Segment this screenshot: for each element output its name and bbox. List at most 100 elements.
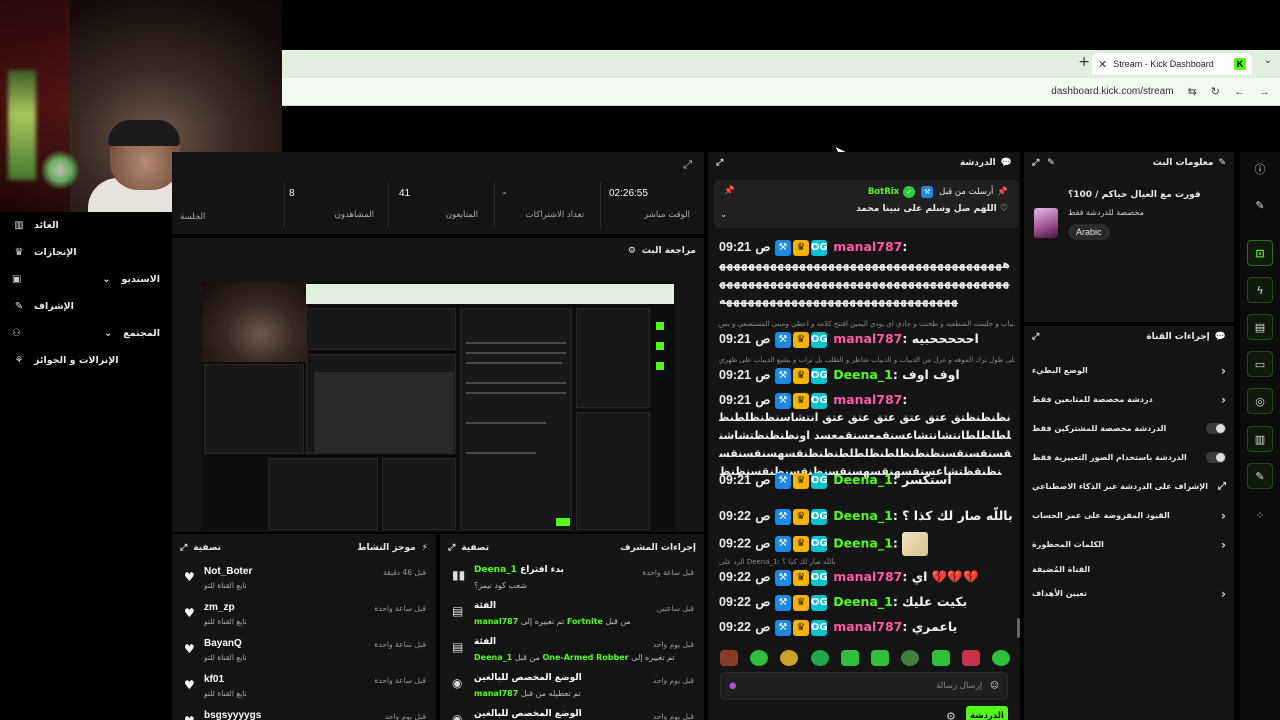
- external-link-icon[interactable]: ⤢: [180, 543, 187, 553]
- mod-user[interactable]: Deena_1: [474, 565, 517, 575]
- panels-icon[interactable]: ▥: [1247, 426, 1273, 452]
- site-settings-icon[interactable]: ⇆: [1188, 85, 1197, 98]
- stream-preview-video[interactable]: [202, 282, 674, 530]
- chat-settings-icon[interactable]: ⚙: [946, 710, 956, 720]
- settings-icon[interactable]: ⚙: [628, 246, 636, 256]
- action-account-age[interactable]: القيود المفروضة على عمر الحساب ›: [1024, 501, 1234, 530]
- activity-user[interactable]: BayanQ: [204, 638, 242, 649]
- emote-button[interactable]: [901, 650, 920, 666]
- filter-button[interactable]: تصفية: [461, 543, 489, 553]
- msg-user[interactable]: Deena_1: [833, 594, 893, 609]
- activity-user[interactable]: kf01: [204, 674, 224, 685]
- url-text[interactable]: dashboard.kick.com/stream: [1051, 86, 1173, 97]
- pin-icon[interactable]: 📌: [724, 186, 735, 196]
- message-icon[interactable]: ▭: [1247, 351, 1273, 377]
- chat-input[interactable]: ● إرسال رسالة ☺: [720, 672, 1008, 700]
- chevron-right-icon: ›: [1221, 392, 1226, 407]
- external-link-icon[interactable]: ⤢: [448, 543, 455, 553]
- broadcast-icon[interactable]: ◎: [1247, 388, 1273, 414]
- emote-button[interactable]: [810, 650, 829, 666]
- nav-item-drops[interactable]: الإنزالات و الجوائز ⚘: [0, 347, 172, 374]
- mod-user[interactable]: manal787: [474, 689, 518, 698]
- reload-icon[interactable]: ↻: [1211, 85, 1220, 98]
- pinned-message[interactable]: ⌄ 📌 BotRix ✓ ⚒ أرسلت من قبل 📌 اللهم صل و…: [714, 180, 1018, 228]
- expand-icon[interactable]: ⤢: [683, 158, 692, 172]
- browser-tab-bar: + ✕ Stream - Kick Dashboard K ⌄: [282, 50, 1280, 78]
- edit-icon[interactable]: ✎: [1047, 158, 1055, 168]
- back-icon[interactable]: ←: [1234, 86, 1245, 98]
- mod-user[interactable]: manal787: [474, 617, 518, 626]
- activity-user[interactable]: Not_Boter: [204, 566, 252, 577]
- external-link-icon[interactable]: ⤢: [1032, 158, 1039, 168]
- emote-button[interactable]: [840, 650, 859, 666]
- eye-icon: ◉: [452, 712, 463, 720]
- lightning-icon[interactable]: ϟ: [1247, 277, 1273, 303]
- browser-tab[interactable]: ✕ Stream - Kick Dashboard K: [1092, 53, 1252, 75]
- forward-icon[interactable]: →: [1259, 86, 1270, 98]
- crown-badge-icon: ♛: [792, 472, 809, 489]
- msg-user[interactable]: manal787: [833, 392, 902, 407]
- mod-actions-title: إجراءات المشرف: [620, 543, 696, 553]
- activity-user[interactable]: bsgsyyyygs: [204, 710, 261, 720]
- screenshot-icon[interactable]: ⊡: [1247, 240, 1273, 266]
- msg-user[interactable]: Deena_1: [833, 536, 893, 551]
- edit-icon[interactable]: ✎: [1247, 192, 1273, 218]
- chevron-down-icon[interactable]: ⌄: [720, 210, 727, 220]
- tab-menu-icon[interactable]: ⌄: [1264, 55, 1272, 66]
- document-icon[interactable]: ▤: [1247, 314, 1273, 340]
- og-badge-icon: OG: [810, 331, 828, 348]
- emote-button[interactable]: [720, 650, 738, 666]
- emote-button[interactable]: [750, 650, 769, 666]
- subscribers-only-toggle[interactable]: [1206, 423, 1226, 434]
- mic-icon[interactable]: ●: [729, 681, 736, 691]
- msg-user[interactable]: manal787: [833, 619, 902, 634]
- external-link-icon[interactable]: ⤢: [1032, 332, 1039, 342]
- info-icon[interactable]: ⓘ: [1247, 156, 1273, 182]
- activity-row: ♥ Not_Boter تابع القناة للتو قبل 46 دقيقة: [172, 562, 436, 598]
- action-banned-words[interactable]: الكلمات المحظورة ›: [1024, 530, 1234, 559]
- nav-item-revenue[interactable]: العائد ▥: [0, 212, 172, 239]
- action-slow-mode[interactable]: الوضع البطيء ›: [1024, 356, 1234, 385]
- action-followers-only[interactable]: دردشة مخصصة للمتابعين فقط ›: [1024, 385, 1234, 414]
- msg-user[interactable]: Deena_1: [833, 367, 893, 382]
- msg-user[interactable]: manal787: [833, 239, 902, 254]
- chat-scrollbar[interactable]: [1017, 618, 1020, 638]
- address-bar[interactable]: dashboard.kick.com/stream ⇆ ↻ ← →: [282, 78, 1280, 106]
- nav-item-community[interactable]: المجتمع ⌄ ⚇: [0, 320, 172, 347]
- stream-category[interactable]: مخصصة للدردشة فقط: [1068, 208, 1144, 217]
- reply-preview: ديباب و جلست الصطفيه و طحنت و جادي اي يو…: [719, 320, 1015, 328]
- msg-user[interactable]: manal787: [833, 331, 902, 346]
- nav-item-moderation[interactable]: الإشراف ✎: [0, 293, 172, 320]
- action-label: الدردشة مخصصة للمشتركين فقط: [1032, 424, 1167, 433]
- action-set-goals[interactable]: تعيين الأهداف ›: [1024, 579, 1234, 608]
- send-chat-button[interactable]: الدردشة: [966, 706, 1008, 720]
- emote-button[interactable]: [871, 650, 890, 666]
- nav-item-achievements[interactable]: الإنجازات ♛: [0, 239, 172, 266]
- add-widget-icon[interactable]: ⁘: [1247, 502, 1273, 528]
- filter-button[interactable]: تصفية: [193, 543, 221, 553]
- action-subscribers-only[interactable]: الدردشة مخصصة للمشتركين فقط: [1024, 414, 1234, 443]
- emote-only-toggle[interactable]: [1206, 452, 1226, 463]
- wrench-icon[interactable]: ✎: [1247, 463, 1273, 489]
- msg-user[interactable]: Deena_1: [833, 472, 893, 487]
- action-label: القيود المفروضة على عمر الحساب: [1032, 511, 1170, 520]
- pinned-user[interactable]: BotRix: [868, 187, 899, 197]
- emote-button[interactable]: [961, 650, 980, 666]
- mod-user[interactable]: Deena_1: [474, 653, 512, 662]
- action-emote-only[interactable]: الدردشة باستخدام الصور التعبيرية فقط: [1024, 443, 1234, 472]
- msg-user[interactable]: Deena_1: [833, 508, 893, 523]
- msg-text: باللّه صار لك كذا ؟: [902, 508, 1013, 523]
- popout-icon[interactable]: ⤢: [716, 158, 723, 168]
- close-tab-icon[interactable]: ✕: [1098, 58, 1107, 71]
- new-tab-button[interactable]: +: [1078, 54, 1090, 70]
- channel-actions-title: إجراءات القناة: [1146, 332, 1210, 342]
- emote-button[interactable]: [991, 650, 1010, 666]
- activity-user[interactable]: zm_zp: [204, 602, 235, 613]
- emoji-icon[interactable]: ☺: [990, 681, 999, 691]
- action-ai-moderation[interactable]: الإشراف على الدردشة عبر الذكاء الاصطناعي…: [1024, 472, 1234, 501]
- emote-button[interactable]: [780, 650, 799, 666]
- emote-button[interactable]: [931, 650, 950, 666]
- heart-icon: ♡: [999, 204, 1008, 214]
- nav-item-studio[interactable]: الاستديو ⌄ ▣: [0, 266, 172, 293]
- msg-user[interactable]: manal787: [833, 569, 902, 584]
